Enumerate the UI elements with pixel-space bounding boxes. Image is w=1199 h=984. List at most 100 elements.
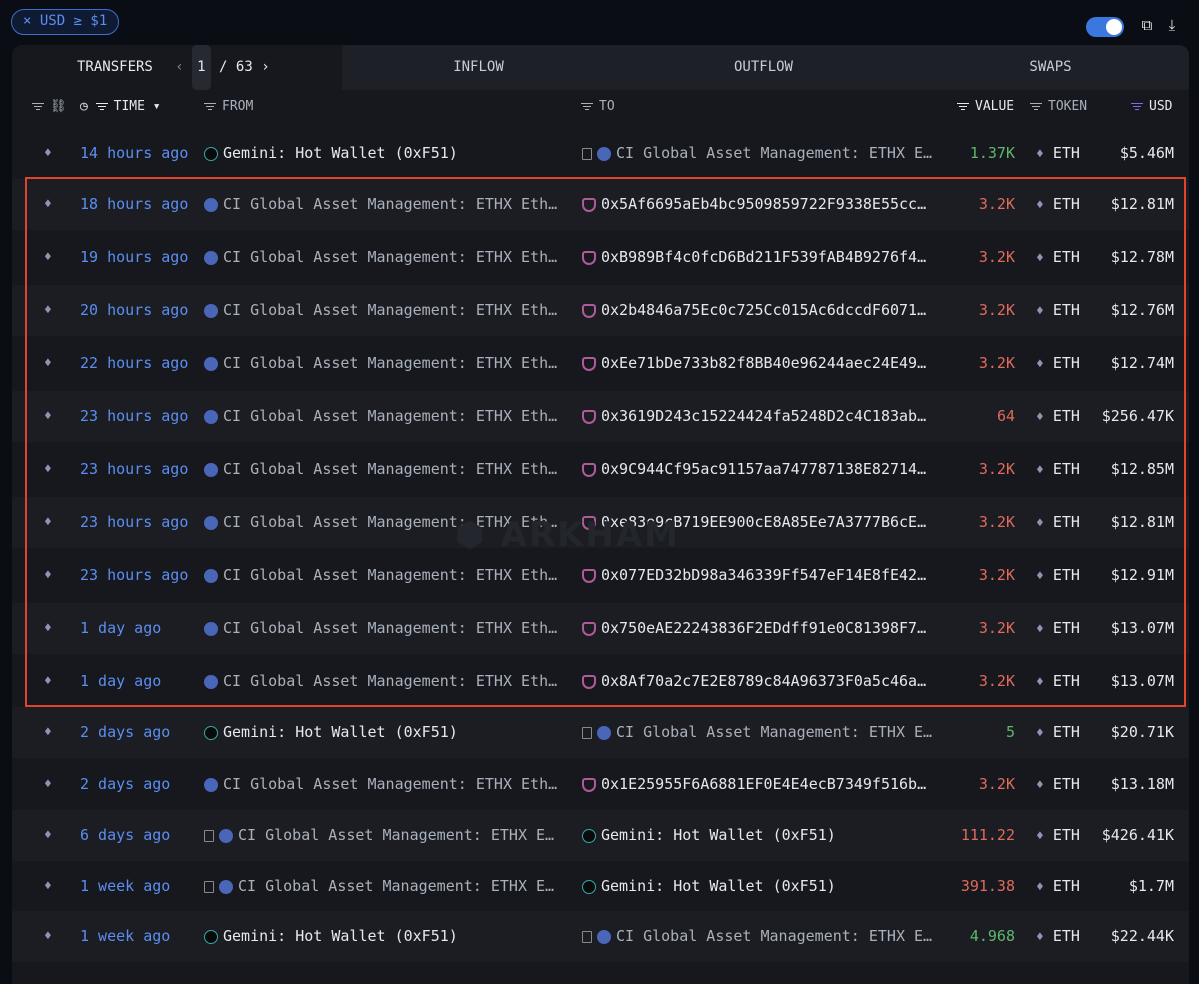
to-entity[interactable]: 0xB989Bf4c0fcD6Bd211F539fAB4B9276f4… <box>582 232 942 283</box>
from-entity[interactable]: CI Global Asset Management: ETHX E… <box>204 810 574 861</box>
to-entity[interactable]: 0x3619D243c15224424fa5248D2c4C183ab… <box>582 391 942 442</box>
token[interactable]: ♦ ETH <box>1036 603 1080 654</box>
from-entity[interactable]: CI Global Asset Management: ETHX Eth… <box>204 338 574 389</box>
from-entity[interactable]: CI Global Asset Management: ETHX Eth… <box>204 179 574 230</box>
token[interactable]: ♦ ETH <box>1036 128 1080 179</box>
table-row[interactable]: ♦ 23 hours ago CI Global Asset Management:… <box>12 391 1189 442</box>
token[interactable]: ♦ ETH <box>1036 861 1080 912</box>
from-entity[interactable]: Gemini: Hot Wallet (0xF51) <box>204 128 574 179</box>
table-row[interactable]: ♦ 2 days ago Gemini: Hot Wallet (0xF51) CI … <box>12 707 1189 758</box>
from-entity[interactable]: CI Global Asset Management: ETHX Eth… <box>204 603 574 654</box>
copy-icon[interactable]: ⧉ <box>1138 16 1156 34</box>
table-row[interactable]: ♦ 2 days ago CI Global Asset Management: E… <box>12 759 1189 810</box>
filter-icon[interactable] <box>957 102 969 111</box>
to-entity[interactable]: 0xEe71bDe733b82f8BB40e96244aec24E49… <box>582 338 942 389</box>
token[interactable]: ♦ ETH <box>1036 810 1080 861</box>
time-link[interactable]: 23 hours ago <box>80 391 188 442</box>
to-column-header[interactable]: TO <box>581 92 615 122</box>
token[interactable]: ♦ ETH <box>1036 707 1080 758</box>
token[interactable]: ♦ ETH <box>1036 911 1080 962</box>
tab-transfers[interactable]: TRANSFERS ‹ 1 / 63 › <box>12 45 342 90</box>
from-entity[interactable]: CI Global Asset Management: ETHX Eth… <box>204 444 574 495</box>
to-entity[interactable]: CI Global Asset Management: ETHX E… <box>582 707 942 758</box>
to-entity[interactable]: CI Global Asset Management: ETHX E… <box>582 128 942 179</box>
value-column-header[interactable]: VALUE <box>957 92 1014 122</box>
to-entity[interactable]: 0x2b4846a75Ec0c725Cc015Ac6dccdF6071… <box>582 285 942 336</box>
token[interactable]: ♦ ETH <box>1036 550 1080 601</box>
to-entity[interactable]: Gemini: Hot Wallet (0xF51) <box>582 861 942 912</box>
to-entity[interactable]: 0x077ED32bD98a346339Ff547eF14E8fE42… <box>582 550 942 601</box>
table-row[interactable]: ♦ 19 hours ago CI Global Asset Management:… <box>12 232 1189 283</box>
to-entity[interactable]: 0x1E25955F6A6881EF0E4E4ecB7349f516b… <box>582 759 942 810</box>
table-row[interactable]: ♦ 14 hours ago Gemini: Hot Wallet (0xF51) C… <box>12 128 1189 179</box>
token[interactable]: ♦ ETH <box>1036 285 1080 336</box>
download-icon[interactable]: ⤓ <box>1163 16 1181 34</box>
sort-down-icon[interactable]: ▾ <box>153 99 161 114</box>
tab-outflow[interactable]: OUTFLOW <box>615 45 912 90</box>
time-link[interactable]: 14 hours ago <box>80 128 188 179</box>
filter-icon[interactable] <box>95 102 108 111</box>
time-link[interactable]: 18 hours ago <box>80 179 188 230</box>
token[interactable]: ♦ ETH <box>1036 759 1080 810</box>
token-column-header[interactable]: TOKEN <box>1030 92 1087 122</box>
time-link[interactable]: 19 hours ago <box>80 232 188 283</box>
from-entity[interactable]: CI Global Asset Management: ETHX Eth… <box>204 285 574 336</box>
from-entity[interactable]: Gemini: Hot Wallet (0xF51) <box>204 707 574 758</box>
time-column-header[interactable]: ◷ TIME ▾ <box>80 92 161 122</box>
from-entity[interactable]: CI Global Asset Management: ETHX Eth… <box>204 550 574 601</box>
filter-icon[interactable] <box>1131 102 1143 111</box>
time-link[interactable]: 1 week ago <box>80 911 170 962</box>
time-link[interactable]: 20 hours ago <box>80 285 188 336</box>
page-current[interactable]: 1 <box>192 45 211 90</box>
table-row[interactable]: ♦ 1 day ago CI Global Asset Management: ET… <box>12 656 1189 707</box>
table-row[interactable]: ♦ 20 hours ago CI Global Asset Management:… <box>12 285 1189 336</box>
from-entity[interactable]: CI Global Asset Management: ETHX Eth… <box>204 759 574 810</box>
time-link[interactable]: 2 days ago <box>80 759 170 810</box>
time-link[interactable]: 23 hours ago <box>80 444 188 495</box>
table-row[interactable]: ♦ 18 hours ago CI Global Asset Management:… <box>12 179 1189 230</box>
from-entity[interactable]: CI Global Asset Management: ETHX Eth… <box>204 232 574 283</box>
table-row[interactable]: ♦ 1 week ago CI Global Asset Management: E… <box>12 861 1189 912</box>
tab-swaps[interactable]: SWAPS <box>912 45 1189 90</box>
time-link[interactable]: 22 hours ago <box>80 338 188 389</box>
time-link[interactable]: 1 week ago <box>80 861 170 912</box>
from-entity[interactable]: CI Global Asset Management: ETHX Eth… <box>204 391 574 442</box>
filter-icon[interactable] <box>1030 102 1042 111</box>
usd-filter-chip[interactable]: × USD ≥ $1 <box>11 9 120 35</box>
token[interactable]: ♦ ETH <box>1036 656 1080 707</box>
token[interactable]: ♦ ETH <box>1036 232 1080 283</box>
table-row[interactable]: ♦ 23 hours ago CI Global Asset Management:… <box>12 444 1189 495</box>
token[interactable]: ♦ ETH <box>1036 391 1080 442</box>
from-column-header[interactable]: FROM <box>204 92 253 122</box>
to-entity[interactable]: 0x5Af6695aEb4bc9509859722F9338E55cc… <box>582 179 942 230</box>
from-entity[interactable]: CI Global Asset Management: ETHX E… <box>204 861 574 912</box>
from-entity[interactable]: Gemini: Hot Wallet (0xF51) <box>204 911 574 962</box>
token[interactable]: ♦ ETH <box>1036 497 1080 548</box>
prev-page-button[interactable]: ‹ <box>175 59 183 75</box>
filter-icon[interactable] <box>581 102 593 111</box>
time-link[interactable]: 1 day ago <box>80 656 161 707</box>
to-entity[interactable]: CI Global Asset Management: ETHX E… <box>582 911 942 962</box>
to-entity[interactable]: 0x750eAE22243836F2EDdff91e0C81398F7… <box>582 603 942 654</box>
usd-column-header[interactable]: USD <box>1131 92 1172 122</box>
next-page-button[interactable]: › <box>261 59 269 75</box>
to-entity[interactable]: 0x9C944Cf95ac91157aa747787138E82714… <box>582 444 942 495</box>
time-link[interactable]: 1 day ago <box>80 603 161 654</box>
time-link[interactable]: 23 hours ago <box>80 497 188 548</box>
time-link[interactable]: 6 days ago <box>80 810 170 861</box>
table-row[interactable]: ♦ 23 hours ago CI Global Asset Management:… <box>12 550 1189 601</box>
to-entity[interactable]: 0x8Af70a2c7E2E8789c84A96373F0a5c46a… <box>582 656 942 707</box>
tab-inflow[interactable]: INFLOW <box>342 45 615 90</box>
table-row[interactable]: ♦ 22 hours ago CI Global Asset Management:… <box>12 338 1189 389</box>
table-row[interactable]: ♦ 1 week ago Gemini: Hot Wallet (0xF51) CI … <box>12 911 1189 962</box>
table-row[interactable]: ♦ 6 days ago CI Global Asset Management: E… <box>12 810 1189 861</box>
table-row[interactable]: ♦ 1 day ago CI Global Asset Management: ET… <box>12 603 1189 654</box>
token[interactable]: ♦ ETH <box>1036 444 1080 495</box>
filter-icon[interactable] <box>32 102 44 111</box>
from-entity[interactable]: CI Global Asset Management: ETHX Eth… <box>204 656 574 707</box>
time-link[interactable]: 23 hours ago <box>80 550 188 601</box>
token[interactable]: ♦ ETH <box>1036 179 1080 230</box>
to-entity[interactable]: Gemini: Hot Wallet (0xF51) <box>582 810 942 861</box>
time-link[interactable]: 2 days ago <box>80 707 170 758</box>
filter-icon[interactable] <box>204 102 216 111</box>
